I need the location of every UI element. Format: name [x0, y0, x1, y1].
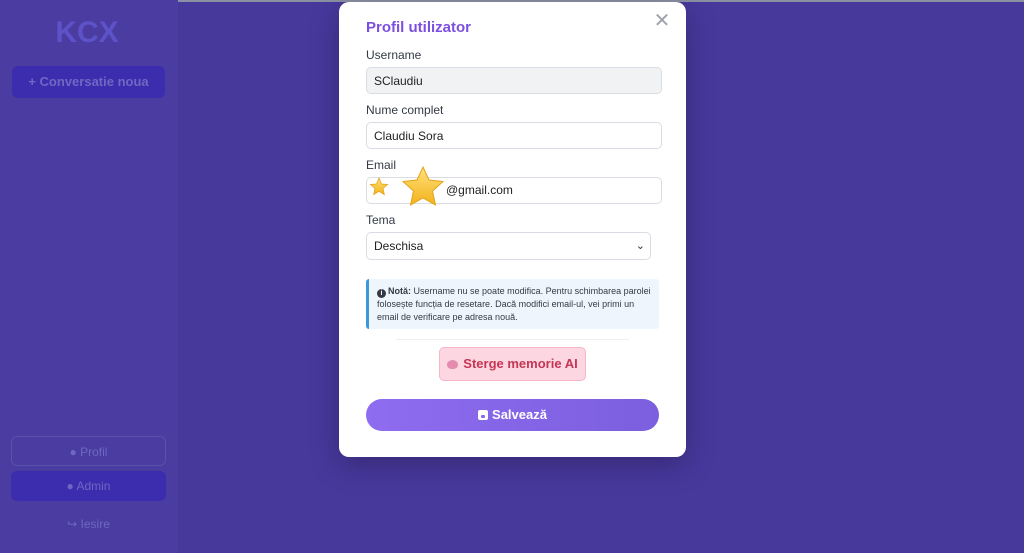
email-field[interactable]: @gmail.com [366, 177, 662, 204]
full-name-label: Nume complet [366, 103, 444, 117]
email-label: Email [366, 158, 397, 172]
sidebar-admin-button[interactable]: ● Admin [11, 471, 166, 501]
username-field[interactable] [366, 67, 662, 94]
chevron-down-icon: ⌄ [635, 240, 645, 252]
theme-selected-value: Deschisa [374, 239, 424, 253]
close-icon[interactable]: ✕ [652, 11, 672, 31]
brain-icon [447, 360, 459, 369]
note-text: Username nu se poate modifica. Pentru sc… [377, 286, 651, 322]
theme-label: Tema [366, 213, 396, 227]
username-label: Username [366, 48, 422, 62]
logout-icon: ↪ [67, 517, 78, 531]
sidebar-admin-label: Admin [76, 479, 111, 493]
floppy-disk-icon [478, 410, 489, 420]
modal-title: Profil utilizator [366, 19, 471, 36]
profile-modal: Profil utilizator ✕ Username Nume comple… [339, 2, 686, 457]
clear-ai-memory-label: Sterge memorie AI [463, 356, 578, 371]
logo-text: KCX [55, 16, 118, 48]
user-icon: ● [69, 445, 77, 459]
full-name-field[interactable] [366, 122, 662, 149]
save-label: Salvează [492, 407, 547, 422]
theme-select[interactable]: Deschisa ⌄ [366, 232, 651, 260]
divider [396, 339, 629, 340]
app-logo: KCX [55, 16, 118, 48]
sidebar-logout-button[interactable]: ↪ Iesire [11, 509, 166, 539]
note-prefix: Notă: [388, 286, 411, 296]
email-value: @gmail.com [446, 183, 513, 197]
save-button[interactable]: Salvează [366, 399, 659, 431]
sidebar-profile-button[interactable]: ● Profil [11, 436, 166, 466]
clear-ai-memory-button[interactable]: Sterge memorie AI [439, 347, 586, 381]
new-conversation-button[interactable]: + Conversatie noua [12, 66, 165, 98]
info-icon: i [377, 289, 386, 298]
users-icon: ● [66, 479, 74, 493]
info-note: i Notă: Username nu se poate modifica. Pe… [366, 279, 659, 329]
sidebar: KCX + Conversatie noua ● Profil ● Admin … [0, 0, 178, 553]
sidebar-logout-label: Iesire [80, 517, 110, 531]
sidebar-profile-label: Profil [80, 445, 108, 459]
